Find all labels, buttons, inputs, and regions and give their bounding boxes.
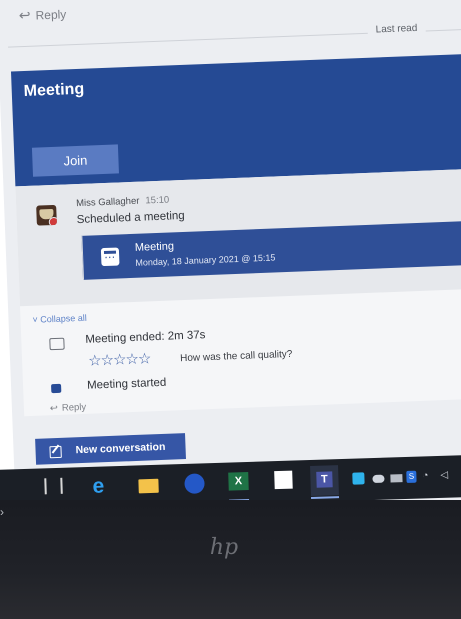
last-read-label: Last read [367,22,426,36]
start-edge-icon: › [0,505,4,519]
onedrive-icon[interactable] [372,474,385,484]
app-icon[interactable] [184,473,205,494]
reply-link-top[interactable]: ↩ Reply [19,5,67,24]
video-camera-icon [51,383,62,394]
rating-stars[interactable]: ☆☆☆☆☆ [88,349,151,369]
collapse-all-label: Collapse all [40,312,87,325]
message-time: 15:10 [145,194,170,207]
edit-icon [49,445,62,459]
task-view-icon[interactable] [44,477,63,495]
edge-browser-icon[interactable]: e [92,474,113,497]
message-text: Scheduled a meeting [76,209,185,227]
teams-icon: T [316,471,333,488]
meeting-invite-card[interactable]: Meeting Monday, 18 January 2021 @ 15:15 [81,220,461,280]
presence-busy-icon [48,216,57,226]
reply-arrow-icon: ↩ [18,6,31,24]
app-window-icon[interactable] [274,470,293,490]
meeting-post-card: Meeting Join Miss Gallagher 15:10 Schedul… [10,53,461,417]
wifi-icon[interactable]: ◔ [422,470,432,482]
reply-link-bottom[interactable]: ↩ Reply [50,402,87,414]
battery-icon[interactable] [390,474,403,483]
join-button[interactable]: Join [31,144,119,177]
skype-icon[interactable]: S [406,470,417,483]
call-quality-question: How was the call quality? [179,348,293,365]
reply-arrow-icon: ↩ [49,402,59,415]
running-indicator [311,496,340,499]
teams-taskbar-icon[interactable]: T [310,465,339,496]
excel-icon[interactable]: X [228,471,249,491]
tray-app-icon[interactable] [352,472,365,485]
calendar-icon [100,247,120,267]
sender-name: Miss Gallagher [75,195,140,210]
meeting-invite-date: Monday, 18 January 2021 @ 15:15 [135,252,276,268]
avatar[interactable] [36,204,57,226]
volume-icon[interactable]: ◁ [440,470,450,482]
meeting-banner-title: Meeting [23,80,85,100]
meeting-ended-text: Meeting ended: 2m 37s [85,329,206,346]
file-explorer-icon[interactable] [138,478,159,494]
collapse-all-link[interactable]: ˅ Collapse all [32,313,87,325]
reply-label: Reply [61,401,87,414]
video-camera-outline-icon [49,337,65,351]
message-header: Miss Gallagher 15:10 [76,195,169,210]
meeting-invite-title: Meeting [134,240,175,254]
meeting-started-text: Meeting started [86,376,167,392]
hp-logo: hp [209,535,239,560]
teams-window: ↩ Reply Last read Meeting Join Miss Galla… [0,0,461,534]
meeting-banner: Meeting Join [10,53,461,187]
message: Miss Gallagher 15:10 Scheduled a meeting … [15,168,461,307]
reply-label: Reply [35,7,67,23]
